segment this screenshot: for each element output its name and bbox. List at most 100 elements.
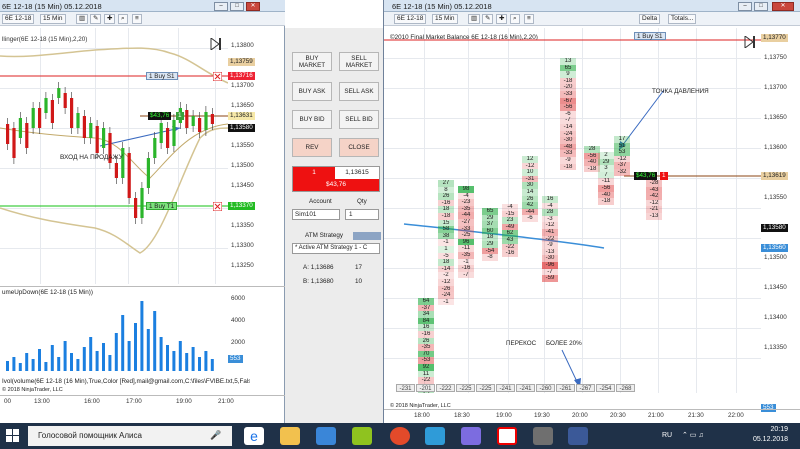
minimize-icon[interactable]: – [214,2,228,11]
close-position-button[interactable]: CLOSE [339,138,379,157]
minimize-icon[interactable]: – [738,2,752,11]
stop-cancel-icon[interactable] [213,202,222,211]
delta-selector[interactable]: Delta [639,14,661,24]
right-buy-order-tag[interactable]: 1 Buy S1 [634,32,666,40]
right-time-axis[interactable]: 18:00 18:30 19:00 19:30 20:00 20:30 21:0… [384,409,800,423]
draw-tool-icon[interactable]: ✎ [482,14,494,24]
skew-annotation: ПЕРЕКОС [506,340,537,347]
sell-market-button[interactable]: SELL MARKET [339,52,379,71]
volume-bar [204,351,208,371]
buy-ask-button[interactable]: BUY ASK [292,82,332,101]
volume-panel[interactable]: umeUpDown(6E 12-18 (15 Min)) 6000 4000 2… [0,286,285,376]
microphone-icon[interactable]: 🎤 [210,430,221,442]
qty-stepper[interactable]: 1 [345,209,379,220]
maximize-icon[interactable]: □ [230,2,244,11]
zoom-icon[interactable]: ⌕ [510,14,520,24]
edge-browser-icon[interactable]: e [244,427,264,445]
properties-icon[interactable]: ≡ [524,14,534,24]
zoom-icon[interactable]: ⌕ [118,14,128,24]
language-indicator[interactable]: RU [662,432,672,439]
right-axis-label: 1,13700 [764,84,787,91]
right-window-title: 6E 12-18 (15 Min) 05.12.2018 [392,2,492,11]
app-icon[interactable] [352,427,372,445]
right-title-bar[interactable]: 6E 12-18 (15 Min) 05.12.2018 – □ ✕ [384,0,800,12]
footprint-cell: 12 [522,156,538,163]
interval-selector[interactable]: 15 Min [40,14,66,24]
footprint-cell: 64 [418,298,434,305]
volume-bar [159,337,163,371]
candle-body [140,188,144,218]
footprint-cell: -18 [438,213,454,220]
footprint-cell: -6 [560,110,576,118]
right-axis-label: 1,13650 [764,114,787,121]
footprint-cell: -7 [542,268,558,276]
close-icon[interactable]: ✕ [246,2,260,11]
atm-config-button[interactable] [353,232,381,240]
maximize-icon[interactable]: □ [754,2,768,11]
properties-icon[interactable]: ≡ [132,14,142,24]
volume-bar [76,359,80,371]
footprint-cell: -7 [458,271,474,279]
instrument-selector[interactable]: 6E 12-18 [2,14,35,24]
bar-type-icon[interactable]: ▥ [468,14,481,24]
left-buy-order-tag[interactable]: 1 Buy S1 [146,72,178,80]
app-icon[interactable] [568,427,588,445]
file-explorer-icon[interactable] [280,427,300,445]
alice-search-box[interactable]: Голосовой помощник Алиса [28,426,232,446]
left-price-axis[interactable]: 1,13800 1,13700 1,13650 1,13550 1,13500 … [228,28,285,284]
draw-tool-icon[interactable]: ✎ [90,14,102,24]
interval-selector[interactable]: 15 Min [432,14,458,24]
order-cancel-icon[interactable] [213,72,222,81]
clock-time[interactable]: 20:19 [746,426,788,433]
sell-bid-button[interactable]: SELL BID [339,110,379,129]
footprint-panel[interactable]: ©2010 Final Market Balance 6E 12-18 (16 … [384,28,761,393]
left-title-bar[interactable]: 6E 12-18 (15 Min) 05.12.2018 – □ ✕ [0,0,285,12]
left-time-axis[interactable]: 00 13:00 16:00 17:00 19:00 21:00 [0,395,285,409]
footprint-cell: -30 [560,137,576,144]
instrument-selector[interactable]: 6E 12-18 [394,14,427,24]
candle-body [82,116,86,138]
left-position-qty: 1 [176,112,184,120]
ask-row-label: A: 1,13686 [303,264,334,271]
buy-market-button[interactable]: BUY MARKET [292,52,332,71]
viber-icon[interactable] [461,427,481,445]
telegram-icon[interactable] [425,427,445,445]
footprint-cell: 11 [418,370,434,378]
right-price-axis[interactable]: 1,13750 1,13700 1,13650 1,13600 1,13550 … [761,28,800,412]
left-price-panel[interactable]: llinger(6E 12-18 (15 Min),2,20) 1 Buy S1… [0,28,228,284]
mail-icon[interactable] [316,427,336,445]
buy-bid-button[interactable]: BUY BID [292,110,332,129]
chart-end-icon[interactable] [210,38,222,50]
account-select[interactable]: Sim101 [292,209,340,220]
tray-icons[interactable]: ⌃ ▭ ♫ [682,431,712,441]
left-axis-label: 1,13450 [231,182,254,189]
close-icon[interactable]: ✕ [772,2,794,11]
footprint-cell: -22 [502,243,518,251]
bar-type-icon[interactable]: ▥ [76,14,89,24]
sell-ask-button[interactable]: SELL ASK [339,82,379,101]
volume-bars [6,301,214,371]
footprint-cell: 84 [418,317,434,325]
left-toolbar: 6E 12-18 15 Min ▥ ✎ ✚ ⌕ ≡ [0,12,285,26]
footprint-cell: 58 [438,226,454,233]
yandex-browser-icon[interactable] [390,427,410,445]
clock-date[interactable]: 05.12.2018 [738,436,788,443]
chart-end-icon[interactable] [744,36,756,48]
crosshair-icon[interactable]: ✚ [496,14,508,24]
left-copyright: © 2018 NinjaTrader, LLC [2,387,63,393]
right-price-tag-top: 1,13770 [761,34,788,42]
crosshair-icon[interactable]: ✚ [104,14,116,24]
volume-bar [95,351,99,371]
totals-selector[interactable]: Totals... [668,14,697,24]
delta-cell: -231 [396,384,415,392]
atm-strategy-label: ATM Strategy [305,232,344,239]
atm-strategy-select[interactable]: * Active ATM Strategy 1 - C [292,243,380,254]
right-chart-window: 6E 12-18 (15 Min) 05.12.2018 – □ ✕ 6E 12… [383,0,800,423]
volume-bar [31,359,35,371]
footprint-cell: 70 [418,350,434,358]
opera-icon[interactable] [497,427,517,445]
left-stop-order-tag[interactable]: 1 Buy T1 [146,202,178,210]
start-icon[interactable] [6,429,20,443]
ninjatrader-icon[interactable] [533,427,553,445]
reverse-button[interactable]: REV [292,138,332,157]
